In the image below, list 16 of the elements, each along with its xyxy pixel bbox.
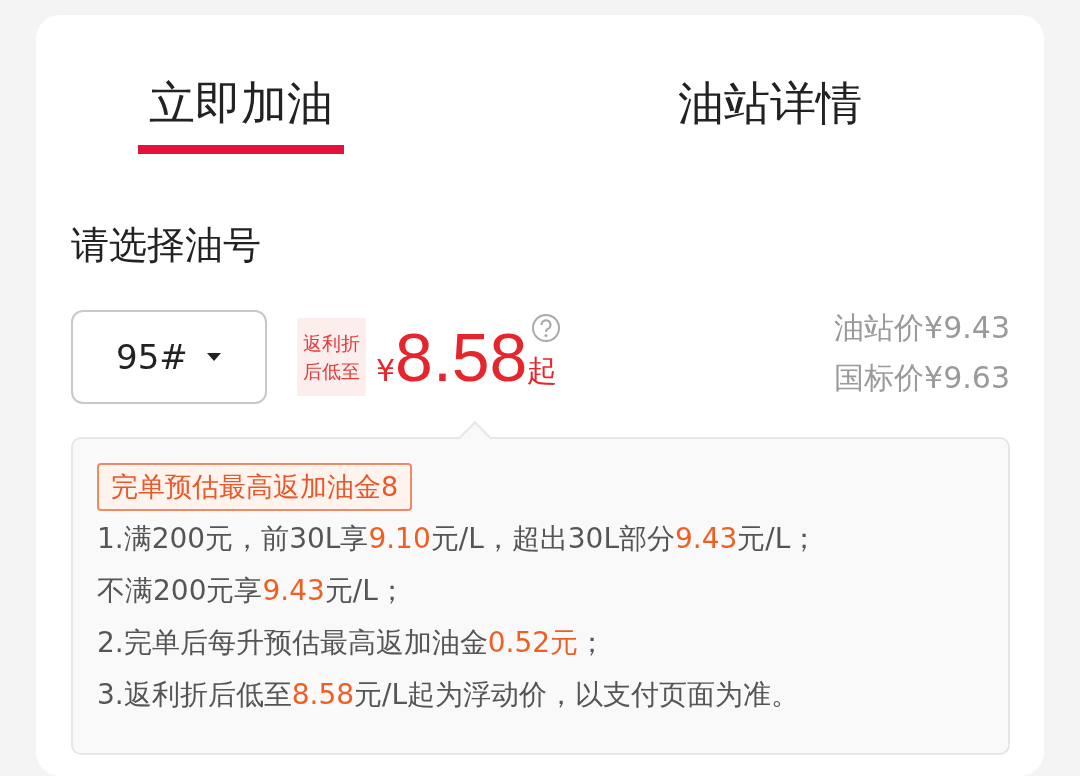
help-icon[interactable] [531, 313, 562, 343]
cashback-tag: 完单预估最高返加油金8 [97, 463, 413, 511]
tab[interactable]: 油站详情 [530, 81, 1010, 157]
discount-badge: 返利折 后低至 [297, 318, 366, 396]
rule-text: 3.返利折后低至8.58元/L起为浮动价，以支付页面为准。 [97, 677, 801, 713]
rule-text: 2.完单后每升预估最高返加油金0.52元； [97, 625, 608, 661]
price-amount: 8.58 [395, 318, 528, 397]
fuel-select[interactable]: 95# [71, 310, 267, 404]
price-suffix: 起 [527, 352, 558, 390]
reference-price: 国标价¥9.63 [834, 359, 1010, 397]
reference-price: 油站价¥9.43 [834, 309, 1010, 347]
currency-sign: ¥ [376, 353, 396, 388]
rule-text: 不满200元享9.43元/L； [97, 573, 407, 609]
caret-icon [205, 352, 222, 362]
rule-text: 1.满200元，前30L享9.10元/L，超出30L部分9.43元/L； [97, 521, 820, 557]
section-title: 请选择油号 [71, 223, 262, 267]
